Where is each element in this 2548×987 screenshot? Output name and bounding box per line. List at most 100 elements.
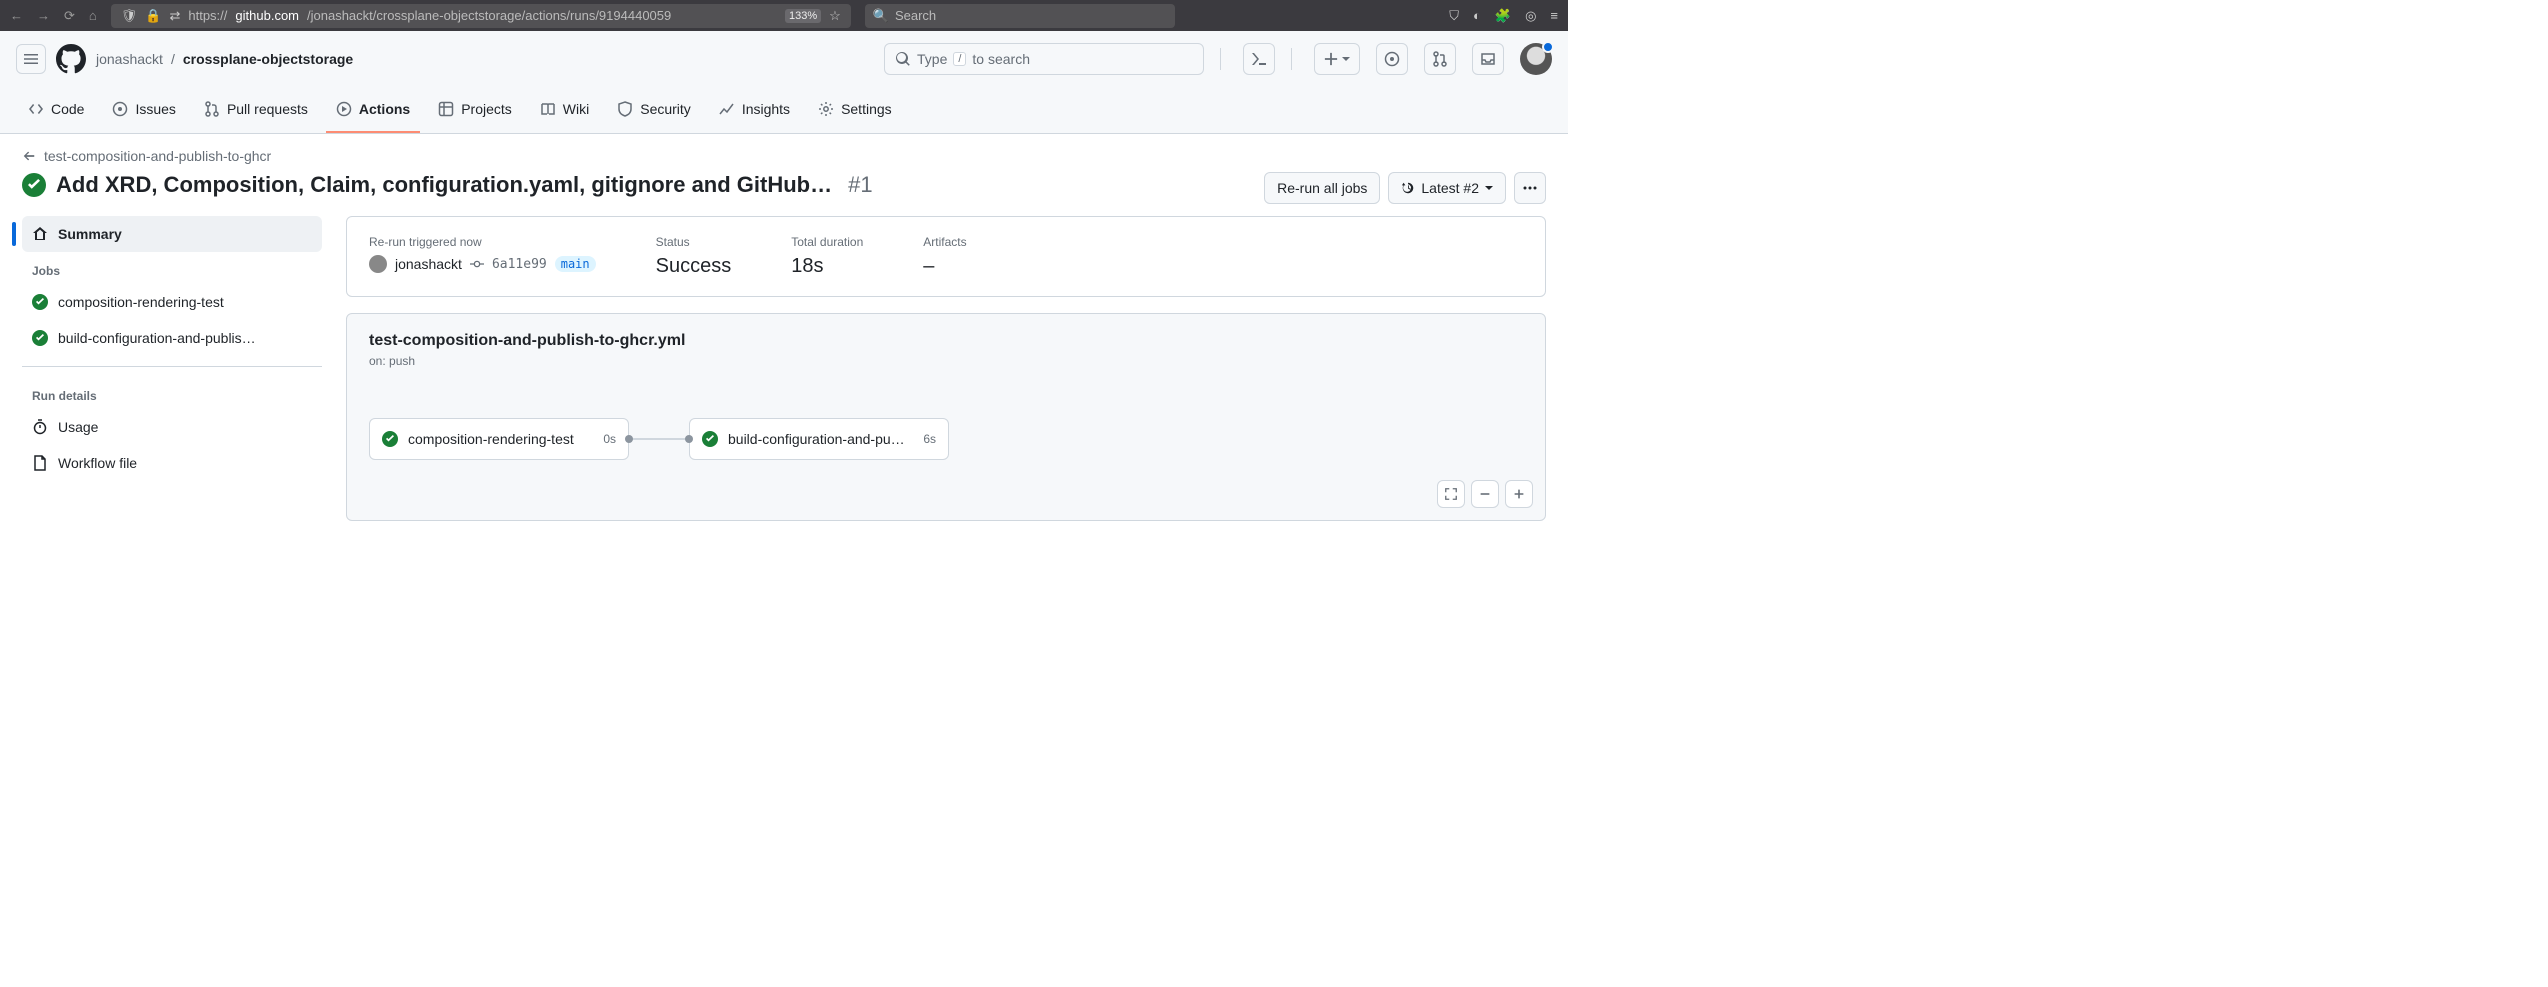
- extensions-icon[interactable]: 🧩: [1495, 8, 1511, 24]
- header-separator: [1291, 48, 1292, 70]
- back-icon[interactable]: ←: [10, 8, 23, 24]
- workflow-trigger: on: push: [369, 354, 1523, 368]
- bookmark-star-icon[interactable]: ☆: [829, 8, 841, 24]
- inbox-button[interactable]: [1472, 43, 1504, 75]
- sidebar-usage[interactable]: Usage: [22, 409, 322, 445]
- search-icon: [895, 51, 911, 67]
- zoom-in-button[interactable]: [1505, 480, 1533, 508]
- pocket-icon[interactable]: ⛉: [1449, 8, 1459, 24]
- search-kbd: /: [953, 52, 966, 66]
- tab-issues[interactable]: Issues: [102, 87, 185, 133]
- user-avatar[interactable]: [1520, 43, 1552, 75]
- sidebar-job-1[interactable]: composition-rendering-test: [22, 284, 322, 320]
- pr-icon: [204, 101, 220, 117]
- github-header: jonashackt / crossplane-objectstorage Ty…: [0, 31, 1568, 86]
- ext2-icon[interactable]: ◎: [1525, 8, 1536, 24]
- graph-job-2[interactable]: build-configuration-and-pu… 6s: [689, 418, 949, 460]
- fullscreen-button[interactable]: [1437, 480, 1465, 508]
- breadcrumb-repo[interactable]: crossplane-objectstorage: [183, 51, 353, 67]
- github-logo-icon[interactable]: [56, 44, 86, 74]
- status-value: Success: [656, 255, 732, 278]
- latest-attempt-dropdown[interactable]: Latest #2: [1388, 172, 1506, 204]
- code-icon: [28, 101, 44, 117]
- forward-icon[interactable]: →: [37, 8, 50, 24]
- sidebar-summary[interactable]: Summary: [22, 216, 322, 252]
- url-bar[interactable]: 🛡 🔒 ⇄ https://github.com/jonashackt/cros…: [111, 4, 851, 28]
- breadcrumb-slash: /: [171, 51, 175, 67]
- browser-nav-group: ← → ⟳ ⌂: [10, 8, 97, 24]
- run-header-block: test-composition-and-publish-to-ghcr Add…: [22, 148, 1546, 216]
- tab-insights[interactable]: Insights: [709, 87, 800, 133]
- add-dropdown-button[interactable]: [1314, 43, 1360, 75]
- issues-button[interactable]: [1376, 43, 1408, 75]
- arrow-left-icon: [22, 149, 36, 163]
- command-palette-button[interactable]: [1243, 43, 1275, 75]
- workflow-graph: test-composition-and-publish-to-ghcr.yml…: [346, 313, 1546, 521]
- search-post: to search: [972, 51, 1030, 67]
- breadcrumb: jonashackt / crossplane-objectstorage: [96, 51, 353, 67]
- lock-icon: 🔒: [145, 8, 161, 24]
- url-host: github.com: [235, 8, 299, 23]
- zoom-out-button[interactable]: [1471, 480, 1499, 508]
- tab-projects[interactable]: Projects: [428, 87, 522, 133]
- chevron-down-icon: [1485, 184, 1493, 192]
- more-options-button[interactable]: [1514, 172, 1546, 204]
- sidebar-job-2[interactable]: build-configuration-and-publis…: [22, 320, 322, 356]
- sidebar-rundetails-heading: Run details: [22, 377, 322, 409]
- artifacts-label: Artifacts: [923, 235, 966, 249]
- project-icon: [438, 101, 454, 117]
- hamburger-button[interactable]: [16, 44, 46, 74]
- graph-connector: [629, 438, 689, 440]
- search-icon: 🔍: [873, 8, 889, 24]
- tab-code[interactable]: Code: [18, 87, 94, 133]
- check-icon: [702, 431, 718, 447]
- artifacts-value: –: [923, 255, 966, 278]
- zoom-badge[interactable]: 133%: [785, 9, 821, 23]
- github-search[interactable]: Type / to search: [884, 43, 1204, 75]
- pull-requests-button[interactable]: [1424, 43, 1456, 75]
- search-pre: Type: [917, 51, 947, 67]
- workflow-name: test-composition-and-publish-to-ghcr: [44, 148, 271, 164]
- tab-settings[interactable]: Settings: [808, 87, 902, 133]
- sidebar-workflow-file[interactable]: Workflow file: [22, 445, 322, 481]
- job1-duration: 0s: [603, 432, 616, 446]
- run-sidebar: Summary Jobs composition-rendering-test …: [22, 216, 322, 521]
- status-success-icon: [22, 173, 46, 197]
- check-icon: [382, 431, 398, 447]
- workflow-back-link[interactable]: test-composition-and-publish-to-ghcr: [22, 148, 1546, 164]
- actor-avatar[interactable]: [369, 255, 387, 273]
- home-icon[interactable]: ⌂: [89, 8, 97, 24]
- shield-icon: [617, 101, 633, 117]
- tab-pulls[interactable]: Pull requests: [194, 87, 318, 133]
- status-label: Status: [656, 235, 732, 249]
- home-icon: [32, 226, 48, 242]
- breadcrumb-owner[interactable]: jonashackt: [96, 51, 163, 67]
- run-title-row: Add XRD, Composition, Claim, configurati…: [22, 170, 1546, 216]
- permissions-icon: ⇄: [169, 8, 180, 24]
- commit-sha[interactable]: 6a11e99: [492, 257, 547, 272]
- browser-search[interactable]: 🔍 Search: [865, 4, 1175, 28]
- check-icon: [32, 330, 48, 346]
- tab-security[interactable]: Security: [607, 87, 701, 133]
- tab-actions[interactable]: Actions: [326, 87, 420, 133]
- tab-wiki[interactable]: Wiki: [530, 87, 599, 133]
- commit-icon: [470, 257, 484, 271]
- browser-right-icons: ⛉ ◐ 🧩 ◎ ≡: [1449, 8, 1558, 24]
- browser-toolbar: ← → ⟳ ⌂ 🛡 🔒 ⇄ https://github.com/jonasha…: [0, 0, 1568, 31]
- workflow-file-name: test-composition-and-publish-to-ghcr.yml: [369, 332, 1523, 350]
- sidebar-divider: [22, 366, 322, 367]
- sidebar-jobs-heading: Jobs: [22, 252, 322, 284]
- actor-name[interactable]: jonashackt: [395, 256, 462, 272]
- stopwatch-icon: [32, 419, 48, 435]
- history-icon: [1401, 181, 1415, 195]
- graph-icon: [719, 101, 735, 117]
- rerun-all-button[interactable]: Re-run all jobs: [1264, 172, 1380, 204]
- run-number: #1: [848, 172, 872, 198]
- branch-pill[interactable]: main: [555, 256, 596, 272]
- play-icon: [336, 101, 352, 117]
- account-icon[interactable]: ◐: [1473, 8, 1481, 24]
- graph-job-1[interactable]: composition-rendering-test 0s: [369, 418, 629, 460]
- menu-icon[interactable]: ≡: [1550, 8, 1558, 24]
- reload-icon[interactable]: ⟳: [64, 8, 75, 24]
- gear-icon: [818, 101, 834, 117]
